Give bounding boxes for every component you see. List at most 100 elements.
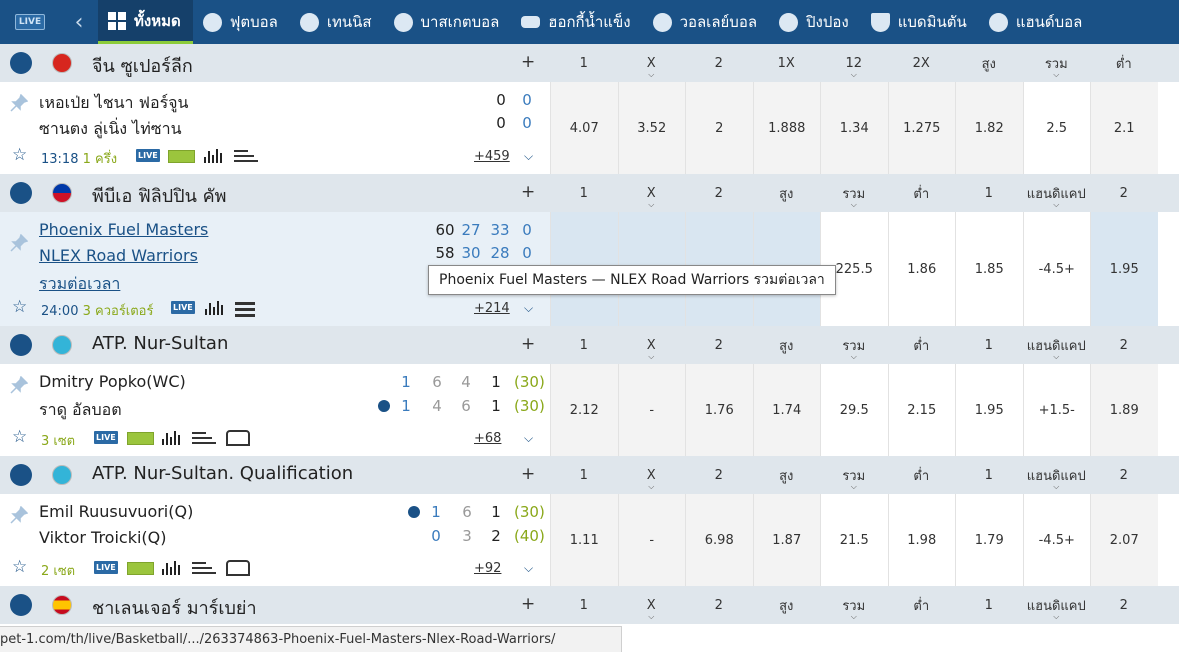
odds-cell[interactable]: - — [617, 494, 685, 586]
odds-cell[interactable]: 1.89 — [1090, 364, 1158, 456]
league-name[interactable]: จีน ซูเปอร์ลีก — [92, 51, 193, 80]
chevron-down-icon[interactable]: ⌵ — [851, 200, 857, 210]
odds-cell[interactable]: 2.07 — [1090, 494, 1158, 586]
odds-cell[interactable]: 4.07 — [550, 82, 618, 174]
tab-handball[interactable]: แฮนด์บอล — [979, 0, 1095, 44]
more-bets-link[interactable]: +459 — [474, 149, 510, 164]
odds-cell[interactable]: 1.79 — [955, 494, 1023, 586]
favorite-star-icon[interactable]: ☆ — [12, 297, 27, 317]
overtime-link[interactable]: รวมต่อเวลา — [39, 272, 120, 297]
odds-cell[interactable]: 1.98 — [887, 494, 955, 586]
favorite-star-icon[interactable]: ☆ — [12, 557, 27, 577]
court-icon[interactable] — [127, 432, 154, 445]
add-league-button[interactable]: + — [521, 594, 535, 614]
chevron-down-icon[interactable]: ⌵ — [524, 301, 533, 316]
odds-cell[interactable]: 21.5 — [820, 494, 888, 586]
odds-cell[interactable]: 2.12 — [550, 364, 618, 456]
tab-ice-hockey[interactable]: ฮอกกี้น้ำแข็ง — [511, 0, 642, 44]
more-bets-link[interactable]: +68 — [474, 431, 501, 446]
odds-cell[interactable]: 1.86 — [887, 212, 955, 326]
chevron-down-icon[interactable]: ⌵ — [524, 431, 533, 446]
lineup-icon[interactable] — [234, 150, 258, 164]
chevron-down-icon[interactable]: ⌵ — [1053, 612, 1059, 622]
odds-cell[interactable]: 1.95 — [1090, 212, 1158, 326]
favorite-star-icon[interactable]: ☆ — [12, 145, 27, 165]
player-away[interactable]: ราดู อัลบอต — [39, 398, 122, 423]
odds-cell[interactable]: -4.5+ — [1022, 494, 1090, 586]
odds-cell[interactable]: 1.11 — [550, 494, 618, 586]
stats-icon[interactable] — [162, 561, 182, 575]
league-name[interactable]: ATP. Nur-Sultan. Qualification — [92, 463, 353, 484]
league-name[interactable]: ATP. Nur-Sultan — [92, 333, 228, 354]
odds-cell[interactable]: 2 — [685, 82, 753, 174]
team-away[interactable]: NLEX Road Warriors — [39, 246, 198, 265]
add-league-button[interactable]: + — [521, 52, 535, 72]
pin-icon[interactable] — [10, 376, 28, 394]
player-home[interactable]: Emil Ruusuvuori(Q) — [39, 502, 193, 521]
chevron-down-icon[interactable]: ⌵ — [851, 352, 857, 362]
head-to-head-icon[interactable] — [226, 560, 250, 576]
live-badge[interactable]: LIVE — [136, 149, 160, 162]
odds-cell[interactable]: 1.74 — [752, 364, 820, 456]
stats-icon[interactable] — [162, 431, 182, 445]
odds-cell[interactable]: 2.15 — [887, 364, 955, 456]
odds-cell[interactable]: 1.34 — [820, 82, 888, 174]
team-home[interactable]: Phoenix Fuel Masters — [39, 220, 208, 239]
pin-icon[interactable] — [10, 94, 28, 112]
tab-volleyball[interactable]: วอลเลย์บอล — [643, 0, 769, 44]
back-arrow-icon[interactable]: ‹ — [60, 10, 98, 35]
add-league-button[interactable]: + — [521, 334, 535, 354]
odds-cell[interactable]: 1.275 — [887, 82, 955, 174]
league-name[interactable]: พีบีเอ ฟิลิปปิน คัพ — [92, 181, 227, 210]
chevron-down-icon[interactable]: ⌵ — [648, 70, 654, 80]
league-name[interactable]: ชาเลนเจอร์ มาร์เบย่า — [92, 593, 257, 622]
head-to-head-icon[interactable] — [226, 430, 250, 446]
chevron-down-icon[interactable]: ⌵ — [1053, 352, 1059, 362]
team-home[interactable]: เหอเป่ย ไชนา ฟอร์จูน — [39, 91, 188, 116]
chevron-down-icon[interactable]: ⌵ — [648, 200, 654, 210]
lineup-icon[interactable] — [192, 562, 216, 576]
odds-cell[interactable]: 1.87 — [752, 494, 820, 586]
live-logo[interactable]: LIVE — [0, 0, 60, 44]
odds-cell[interactable]: 3.52 — [617, 82, 685, 174]
list-icon[interactable] — [235, 302, 259, 317]
odds-cell[interactable]: 1.85 — [955, 212, 1023, 326]
chevron-down-icon[interactable]: ⌵ — [851, 70, 857, 80]
player-away[interactable]: Viktor Troicki(Q) — [39, 528, 167, 547]
chevron-down-icon[interactable]: ⌵ — [851, 612, 857, 622]
tab-badminton[interactable]: แบดมินตัน — [861, 0, 979, 44]
chevron-down-icon[interactable]: ⌵ — [648, 482, 654, 492]
odds-cell[interactable]: 1.76 — [685, 364, 753, 456]
pin-icon[interactable] — [10, 506, 28, 524]
tab-basketball[interactable]: บาสเกตบอล — [384, 0, 512, 44]
court-icon[interactable] — [127, 562, 154, 575]
add-league-button[interactable]: + — [521, 464, 535, 484]
more-bets-link[interactable]: +214 — [474, 301, 510, 316]
tab-tennis[interactable]: เทนนิส — [290, 0, 384, 44]
odds-cell[interactable]: +1.5- — [1022, 364, 1090, 456]
odds-cell[interactable]: - — [617, 364, 685, 456]
odds-cell[interactable]: -4.5+ — [1022, 212, 1090, 326]
odds-cell[interactable]: 29.5 — [820, 364, 888, 456]
chevron-down-icon[interactable]: ⌵ — [1053, 482, 1059, 492]
chevron-down-icon[interactable]: ⌵ — [524, 149, 533, 164]
chevron-down-icon[interactable]: ⌵ — [851, 482, 857, 492]
live-badge[interactable]: LIVE — [94, 431, 118, 444]
odds-cell[interactable]: 1.888 — [752, 82, 820, 174]
chevron-down-icon[interactable]: ⌵ — [524, 561, 533, 576]
live-badge[interactable]: LIVE — [171, 301, 195, 314]
odds-cell[interactable]: 6.98 — [685, 494, 753, 586]
chevron-down-icon[interactable]: ⌵ — [648, 612, 654, 622]
chevron-down-icon[interactable]: ⌵ — [1053, 200, 1059, 210]
chevron-down-icon[interactable]: ⌵ — [648, 352, 654, 362]
pin-icon[interactable] — [10, 234, 28, 252]
add-league-button[interactable]: + — [521, 182, 535, 202]
chevron-down-icon[interactable]: ⌵ — [1053, 70, 1059, 80]
tab-football[interactable]: ฟุตบอล — [193, 0, 290, 44]
favorite-star-icon[interactable]: ☆ — [12, 427, 27, 447]
tab-ping-pong[interactable]: ปิงปอง — [769, 0, 861, 44]
stats-icon[interactable] — [205, 301, 225, 315]
team-away[interactable]: ซานตง ลู่เนิ่ง ไท่ซาน — [39, 117, 182, 142]
field-icon[interactable] — [168, 150, 195, 163]
stats-icon[interactable] — [204, 149, 224, 163]
